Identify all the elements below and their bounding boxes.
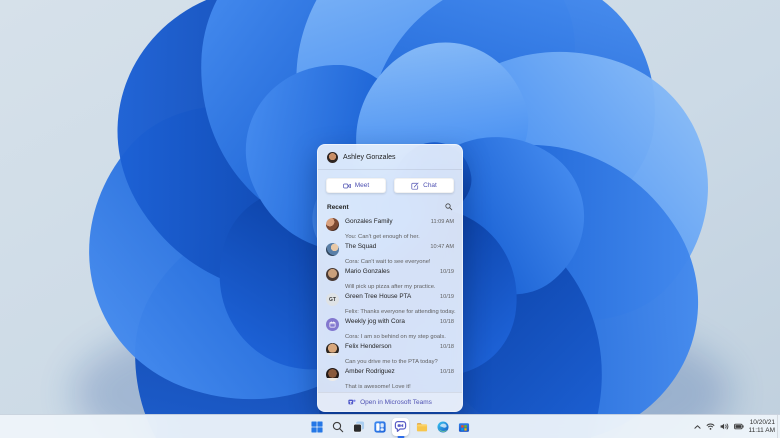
quick-actions: Meet Chat <box>318 170 462 198</box>
conversation-avatar <box>326 243 339 256</box>
search-button[interactable] <box>329 418 346 436</box>
taskbar: 10/20/21 11:11 AM <box>0 414 780 438</box>
taskbar-center-icons <box>308 415 472 438</box>
conversation-avatar <box>326 218 339 231</box>
widgets-button[interactable] <box>371 418 388 436</box>
user-avatar <box>327 152 338 163</box>
teams-logo-icon <box>348 399 356 405</box>
conversation-time: 10/19 <box>440 294 454 300</box>
file-explorer-button[interactable] <box>413 418 430 436</box>
conversation-title: Gonzales Family <box>345 218 393 225</box>
user-name: Ashley Gonzales <box>343 154 396 161</box>
conversation-row[interactable]: The Squad 10:47 AM Cora: Can't wait to s… <box>318 240 462 265</box>
conversation-title: Mario Gonzales <box>345 268 390 275</box>
conversation-row[interactable]: GT Green Tree House PTA 10/19 Felix: Tha… <box>318 290 462 315</box>
conversation-row[interactable]: Gonzales Family 11:09 AM You: Can't get … <box>318 215 462 240</box>
conversation-title: Felix Henderson <box>345 343 392 350</box>
conversation-time: 10/18 <box>440 319 454 325</box>
conversation-title: The Squad <box>345 243 377 250</box>
video-camera-icon <box>342 183 351 188</box>
windows-logo-icon <box>310 420 323 433</box>
meet-button-label: Meet <box>354 182 370 189</box>
conversation-row[interactable]: Mario Gonzales 10/19 Will pick up pizza … <box>318 265 462 290</box>
search-icon <box>332 421 343 432</box>
conversation-row[interactable]: Amber Rodriguez 10/18 That is awesome! L… <box>318 365 462 390</box>
search-icon[interactable] <box>445 203 453 211</box>
teams-chat-button[interactable] <box>392 417 409 438</box>
profile-row[interactable]: Ashley Gonzales <box>318 145 462 170</box>
conversation-avatar <box>326 343 339 356</box>
edge-button[interactable] <box>434 418 451 436</box>
widgets-icon <box>373 420 386 433</box>
taskbar-clock[interactable]: 10/20/21 11:11 AM <box>749 419 776 434</box>
edge-icon <box>436 420 449 433</box>
active-app-indicator <box>397 435 404 438</box>
conversation-time: 10/18 <box>440 369 454 375</box>
conversation-title: Amber Rodriguez <box>345 368 395 375</box>
store-icon <box>458 420 469 432</box>
recent-heading: Recent <box>327 203 349 211</box>
taskbar-time: 11:11 AM <box>748 426 776 434</box>
teams-chat-flyout: Ashley Gonzales Meet Chat Recent Gonzale… <box>317 144 463 412</box>
conversation-row[interactable]: Felix Henderson 10/18 Can you drive me t… <box>318 340 462 365</box>
conversation-title: Weekly jog with Cora <box>345 318 405 325</box>
hidden-icons-chevron-icon[interactable] <box>693 424 701 430</box>
system-tray: 10/20/21 11:11 AM <box>693 415 776 438</box>
conversation-title: Green Tree House PTA <box>345 293 412 300</box>
conversation-avatar <box>326 268 339 281</box>
conversation-time: 10/19 <box>440 269 454 275</box>
taskbar-date: 10/20/21 <box>749 419 775 426</box>
teams-chat-icon <box>394 421 407 432</box>
conversation-time: 10:47 AM <box>430 244 454 250</box>
wifi-icon[interactable] <box>705 423 715 430</box>
calendar-icon <box>326 318 339 331</box>
folder-icon <box>416 422 427 431</box>
conversation-list: Gonzales Family 11:09 AM You: Can't get … <box>318 214 462 392</box>
conversation-preview: That is awesome! Love it! <box>345 384 411 390</box>
meet-button[interactable]: Meet <box>326 178 386 193</box>
task-view-icon <box>352 421 364 432</box>
conversation-time: 10/18 <box>440 344 454 350</box>
volume-icon[interactable] <box>720 423 729 430</box>
chat-button[interactable]: Chat <box>394 178 454 193</box>
start-button[interactable] <box>308 418 325 436</box>
open-in-teams-label: Open in Microsoft Teams <box>360 398 432 406</box>
conversation-row[interactable]: Weekly jog with Cora 10/18 Cora: I am so… <box>318 315 462 340</box>
recent-header: Recent <box>318 198 462 214</box>
open-in-teams-button[interactable]: Open in Microsoft Teams <box>318 392 462 411</box>
microsoft-store-button[interactable] <box>455 418 472 436</box>
conversation-avatar-initials: GT <box>326 293 339 306</box>
desktop: Ashley Gonzales Meet Chat Recent Gonzale… <box>0 0 780 438</box>
conversation-avatar <box>326 368 339 381</box>
task-view-button[interactable] <box>350 418 367 436</box>
chat-button-label: Chat <box>423 182 437 189</box>
battery-icon[interactable] <box>733 423 744 430</box>
conversation-time: 11:09 AM <box>430 219 454 225</box>
compose-icon <box>411 182 419 190</box>
